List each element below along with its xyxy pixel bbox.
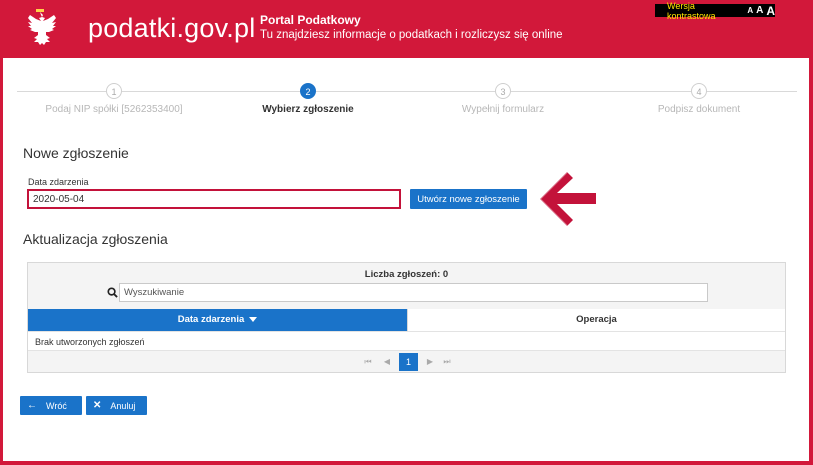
step-1: 1 Podaj NIP spółki [5262353400] (14, 83, 214, 115)
arrow-left-icon (538, 171, 596, 227)
step-label: Wypełnij formularz (461, 104, 545, 115)
search-icon (107, 287, 118, 298)
step-label: Wybierz zgłoszenie (262, 104, 354, 115)
step-3: 3 Wypełnij formularz (403, 83, 603, 115)
site-header: podatki.gov.pl Portal Podatkowy Tu znajd… (0, 0, 813, 58)
step-number: 3 (495, 83, 511, 99)
step-number: 2 (300, 83, 316, 99)
cancel-button[interactable]: ✕ Anuluj (86, 396, 147, 415)
pagination: ⏮ ◀ 1 ▶ ⏭ (28, 351, 785, 372)
step-2: 2 Wybierz zgłoszenie (208, 83, 408, 115)
reports-table: Liczba zgłoszeń: 0 Data zdarzenia Operac… (27, 262, 786, 373)
back-button[interactable]: ← Wróć (20, 396, 82, 415)
column-header-label: Data zdarzenia (177, 314, 245, 325)
event-date-label: Data zdarzenia (28, 177, 89, 187)
font-size-small-button[interactable]: A (747, 6, 753, 15)
step-label: Podaj NIP spółki [5262353400] (45, 104, 183, 115)
step-number: 1 (106, 83, 122, 99)
report-count: Liczba zgłoszeń: 0 (364, 269, 449, 280)
sort-descending-icon (249, 316, 258, 322)
main-content: 1 Podaj NIP spółki [5262353400] 2 Wybier… (3, 58, 809, 461)
accessibility-bar: Wersja kontrastowa A A A (655, 1, 775, 21)
previous-page-icon[interactable]: ◀ (380, 353, 394, 371)
event-date-input[interactable] (27, 189, 401, 209)
empty-table-message: Brak utworzonych zgłoszeń (28, 331, 785, 351)
page-number-button[interactable]: 1 (399, 353, 418, 371)
back-button-label: Wróć (46, 400, 67, 411)
font-size-large-button[interactable]: A (766, 4, 775, 18)
step-4: 4 Podpisz dokument (599, 83, 799, 115)
contrast-version-link[interactable]: Wersja kontrastowa (667, 1, 744, 21)
font-size-medium-button[interactable]: A (756, 5, 763, 16)
first-page-icon[interactable]: ⏮ (362, 353, 374, 371)
next-page-icon[interactable]: ▶ (423, 353, 437, 371)
create-report-button[interactable]: Utwórz nowe zgłoszenie (410, 189, 527, 209)
last-page-icon[interactable]: ⏭ (441, 353, 453, 371)
column-header-event-date[interactable]: Data zdarzenia (28, 309, 407, 331)
site-title[interactable]: podatki.gov.pl (88, 13, 255, 44)
new-report-title: Nowe zgłoszenie (23, 145, 129, 161)
close-icon: ✕ (93, 400, 102, 411)
portal-name: Portal Podatkowy (260, 13, 361, 27)
update-report-title: Aktualizacja zgłoszenia (23, 231, 168, 247)
portal-tagline: Tu znajdziesz informacje o podatkach i r… (260, 29, 563, 41)
arrow-left-icon: ← (27, 400, 37, 411)
column-header-operation[interactable]: Operacja (407, 309, 785, 331)
step-number: 4 (691, 83, 707, 99)
cancel-button-label: Anuluj (110, 400, 136, 411)
step-label: Podpisz dokument (657, 104, 741, 115)
search-input[interactable] (119, 283, 708, 302)
polish-eagle-emblem-icon[interactable] (20, 8, 60, 52)
